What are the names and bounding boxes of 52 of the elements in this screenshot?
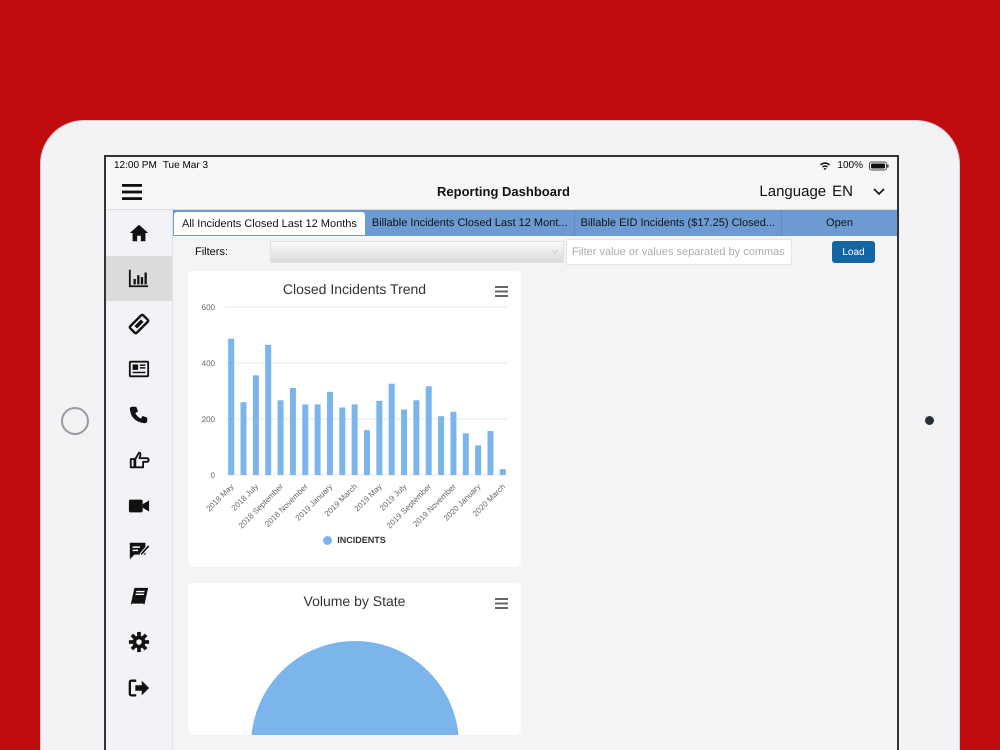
- bar: [462, 433, 469, 475]
- y-tick-label: 200: [202, 415, 215, 424]
- bar: [364, 430, 370, 475]
- sidebar-item[interactable]: [106, 256, 172, 301]
- book-icon: [128, 586, 150, 608]
- newspaper-icon: [128, 358, 150, 380]
- filters-label: Filters:: [195, 246, 228, 258]
- bar: [500, 469, 506, 475]
- caret-icon: [551, 249, 559, 255]
- y-tick-label: 600: [202, 303, 215, 312]
- language-value[interactable]: EN: [832, 183, 853, 200]
- status-time: 12:00 PM: [114, 160, 157, 171]
- bar: [352, 404, 358, 475]
- y-tick-label: 0: [210, 471, 215, 480]
- legend-label[interactable]: INCIDENTS: [337, 535, 386, 545]
- chart-menu-button[interactable]: [494, 598, 508, 608]
- bar: [302, 404, 308, 475]
- y-tick-label: 400: [202, 359, 215, 368]
- chart-menu-button[interactable]: [494, 286, 508, 296]
- load-button[interactable]: Load: [832, 241, 875, 263]
- battery-percent: 100%: [837, 160, 863, 171]
- menu-icon: [494, 598, 508, 608]
- bar-chart-icon: [128, 267, 150, 290]
- page-title: Reporting Dashboard: [437, 184, 570, 199]
- chart-title: Volume by State: [302, 593, 406, 609]
- bar: [450, 412, 456, 475]
- settings-icon: [128, 631, 150, 654]
- wifi-icon: [819, 160, 832, 170]
- status-date: Tue Mar 3: [162, 160, 208, 171]
- ticket-icon: [128, 312, 150, 335]
- tab[interactable]: Open: [782, 210, 897, 236]
- bar: [401, 409, 408, 475]
- chevron-down-icon: [873, 188, 885, 196]
- menu-icon: [122, 184, 142, 200]
- menu-button[interactable]: [122, 184, 142, 200]
- battery-icon: [869, 160, 889, 170]
- tab[interactable]: Billable EID Incidents ($17.25) Closed...: [574, 210, 782, 236]
- bar: [314, 404, 321, 475]
- menu-icon: [494, 286, 508, 296]
- bar: [487, 431, 494, 475]
- camera-icon: [924, 416, 934, 425]
- filter-input[interactable]: Filter value or values separated by commas: [566, 239, 792, 265]
- tab[interactable]: Billable Incidents Closed Last 12 Mont...: [366, 210, 575, 236]
- language-label: Language: [759, 183, 826, 200]
- bar: [475, 445, 482, 475]
- sign-out-icon: [128, 676, 150, 699]
- bar: [339, 408, 346, 475]
- pointing-hand-icon: [128, 449, 150, 472]
- dropdown-button[interactable]: [873, 188, 885, 196]
- bar: [438, 416, 444, 475]
- chart-title: Closed Incidents Trend: [282, 281, 428, 297]
- tab[interactable]: All Incidents Closed Last 12 Months: [173, 211, 366, 236]
